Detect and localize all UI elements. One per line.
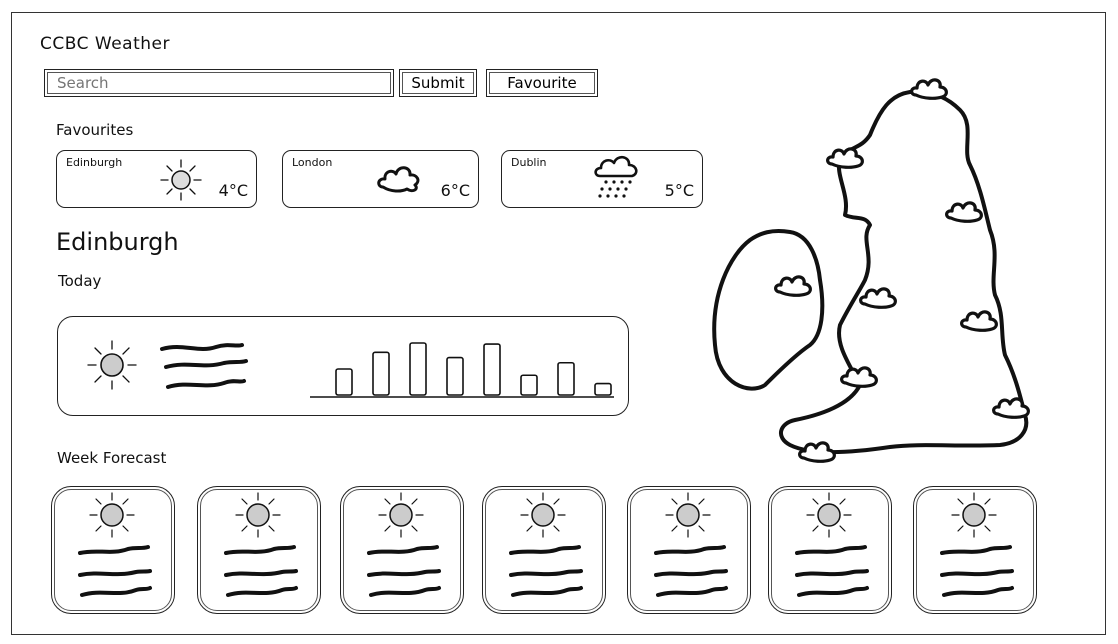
sun-icon	[87, 340, 137, 390]
week-forecast-card[interactable]	[913, 486, 1037, 614]
week-forecast-card[interactable]	[197, 486, 321, 614]
hourly-bar	[409, 342, 427, 396]
submit-button[interactable]: Submit	[399, 69, 477, 97]
search-input[interactable]	[44, 69, 394, 97]
cloud-icon	[377, 166, 420, 193]
app-title: CCBC Weather	[40, 34, 170, 54]
sun-icon	[795, 492, 869, 597]
sun-icon	[160, 159, 202, 201]
hourly-bar	[335, 368, 353, 396]
favourite-temp: 5°C	[664, 181, 694, 200]
cloud-icon	[945, 201, 983, 223]
cloud-icon	[910, 78, 948, 100]
cloud-icon	[859, 287, 897, 309]
favourite-city: London	[292, 156, 333, 169]
favourite-temp: 6°C	[440, 181, 470, 200]
week-forecast-heading: Week Forecast	[57, 449, 167, 467]
hourly-bar	[520, 374, 538, 396]
hourly-bar	[557, 361, 575, 396]
hourly-bar	[594, 382, 612, 396]
cloud-icon	[798, 441, 836, 463]
cloud-icon	[992, 397, 1030, 419]
favourite-card-edinburgh[interactable]: Edinburgh 4°C	[56, 150, 257, 208]
favourite-card-dublin[interactable]: Dublin 5°C	[501, 150, 703, 208]
sun-icon	[224, 492, 298, 597]
snow-cloud-icon	[594, 155, 638, 198]
sun-icon	[940, 492, 1014, 597]
weather-description-squiggle	[160, 343, 248, 389]
sun-icon	[367, 492, 441, 597]
favourite-temp: 4°C	[218, 181, 248, 200]
hourly-bar	[483, 343, 501, 396]
favourite-city: Edinburgh	[66, 156, 123, 169]
week-forecast-card[interactable]	[627, 486, 751, 614]
cloud-icon	[826, 147, 864, 169]
current-city-title: Edinburgh	[56, 228, 179, 256]
cloud-icon	[960, 310, 998, 332]
favourite-city: Dublin	[511, 156, 547, 169]
today-heading: Today	[58, 272, 102, 290]
cloud-icon	[840, 366, 878, 388]
hourly-forecast-chart	[310, 342, 614, 398]
hourly-bar	[372, 351, 390, 396]
ireland-outline	[712, 229, 825, 391]
sun-icon	[509, 492, 583, 597]
favourite-button[interactable]: Favourite	[486, 69, 598, 97]
cloud-icon	[774, 275, 812, 297]
hourly-bar	[446, 356, 464, 396]
sun-icon	[78, 492, 152, 597]
favourites-heading: Favourites	[56, 121, 134, 139]
week-forecast-card[interactable]	[51, 486, 175, 614]
week-forecast-card[interactable]	[482, 486, 606, 614]
uk-ireland-map-icon	[712, 78, 1030, 463]
week-forecast-card[interactable]	[340, 486, 464, 614]
today-panel	[57, 316, 629, 416]
favourite-card-london[interactable]: London 6°C	[282, 150, 479, 208]
week-forecast-card[interactable]	[768, 486, 892, 614]
sun-icon	[654, 492, 728, 597]
